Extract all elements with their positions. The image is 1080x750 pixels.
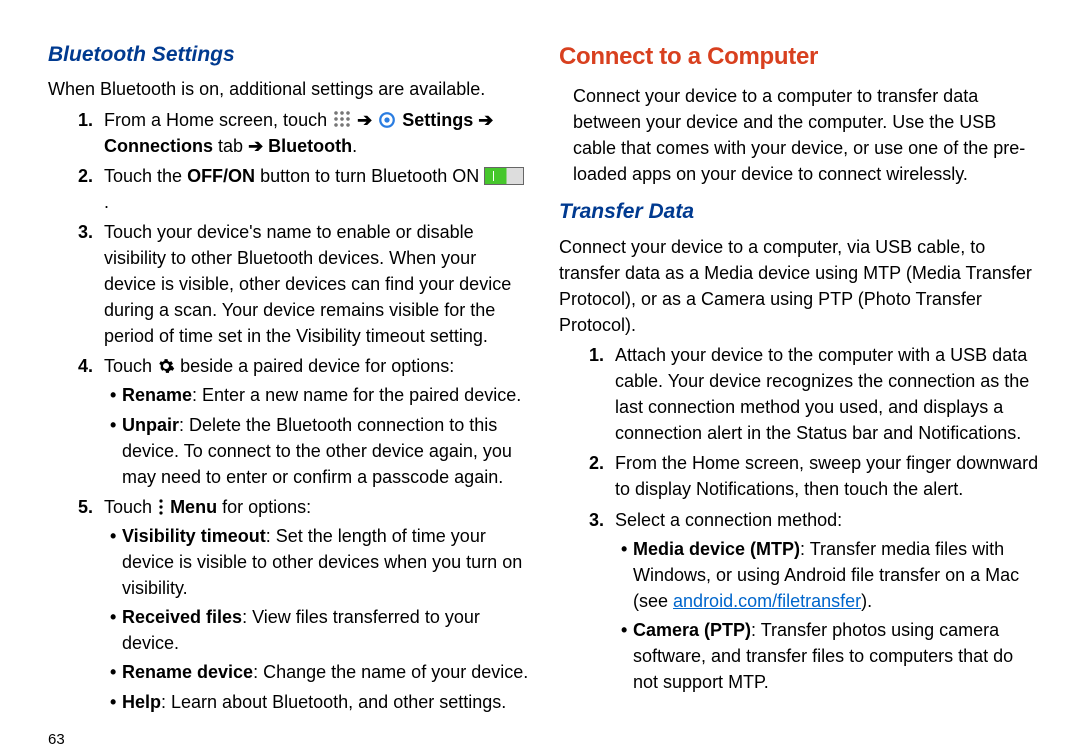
transfer-intro: Connect your device to a computer, via U…: [559, 234, 1040, 338]
step4-text-b: beside a paired device for options:: [180, 356, 454, 376]
transfer-steps: Attach your device to the computer with …: [559, 342, 1040, 695]
connections-label: Connections: [104, 136, 213, 156]
bluetooth-label: Bluetooth: [268, 136, 352, 156]
connection-methods: Media device (MTP): Transfer media files…: [615, 536, 1040, 696]
gear-icon: [157, 357, 175, 375]
rename-item: Rename: Enter a new name for the paired …: [110, 382, 529, 408]
step2-text-b: button to turn Bluetooth ON: [260, 166, 484, 186]
tstep-3: Select a connection method: Media device…: [615, 507, 1040, 696]
apps-grid-icon: [332, 109, 352, 129]
rename-device-item: Rename device: Change the name of your d…: [110, 659, 529, 685]
settings-gear-icon: [377, 110, 397, 130]
step-2: Touch the OFF/ON button to turn Bluetoot…: [104, 163, 529, 215]
bluetooth-intro: When Bluetooth is on, additional setting…: [48, 76, 529, 102]
tstep3-text: Select a connection method:: [615, 510, 842, 530]
arrow-1: ➔: [357, 110, 377, 130]
unpair-item: Unpair: Delete the Bluetooth connection …: [110, 412, 529, 490]
settings-label: Settings: [402, 110, 473, 130]
step5-text-b: for options:: [222, 497, 311, 517]
step4-text-a: Touch: [104, 356, 157, 376]
arrow-3: ➔: [248, 136, 268, 156]
help-item: Help: Learn about Bluetooth, and other s…: [110, 689, 529, 715]
step5-text-a: Touch: [104, 497, 157, 517]
step-5: Touch Menu for options: Visibility timeo…: [104, 494, 529, 715]
tstep-2: From the Home screen, sweep your finger …: [615, 450, 1040, 502]
mtp-item: Media device (MTP): Transfer media files…: [621, 536, 1040, 614]
right-column: Connect to a Computer Connect your devic…: [559, 40, 1040, 710]
ptp-item: Camera (PTP): Transfer photos using came…: [621, 617, 1040, 695]
visibility-timeout-item: Visibility timeout: Set the length of ti…: [110, 523, 529, 601]
step5-sublist: Visibility timeout: Set the length of ti…: [104, 523, 529, 715]
arrow-2: ➔: [478, 110, 493, 130]
bluetooth-steps: From a Home screen, touch ➔ Settings ➔ C…: [48, 107, 529, 715]
menu-label: Menu: [170, 497, 217, 517]
received-files-item: Received files: View files transferred t…: [110, 604, 529, 656]
step1-text-a: From a Home screen, touch: [104, 110, 332, 130]
connect-intro: Connect your device to a computer to tra…: [559, 83, 1040, 187]
menu-dots-icon: [157, 498, 165, 516]
step-3: Touch your device's name to enable or di…: [104, 219, 529, 349]
transfer-data-heading: Transfer Data: [559, 197, 1040, 227]
tab-word: tab: [218, 136, 248, 156]
filetransfer-link[interactable]: android.com/filetransfer: [673, 591, 861, 611]
left-column: Bluetooth Settings When Bluetooth is on,…: [48, 40, 529, 710]
page-number: 63: [48, 729, 529, 750]
tstep-1: Attach your device to the computer with …: [615, 342, 1040, 446]
step-1: From a Home screen, touch ➔ Settings ➔ C…: [104, 107, 529, 159]
bluetooth-settings-heading: Bluetooth Settings: [48, 40, 529, 70]
step-4: Touch beside a paired device for options…: [104, 353, 529, 489]
step2-text-a: Touch the: [104, 166, 187, 186]
connect-computer-heading: Connect to a Computer: [559, 40, 1040, 75]
step4-sublist: Rename: Enter a new name for the paired …: [104, 382, 529, 489]
toggle-on-icon: [484, 167, 524, 185]
offon-label: OFF/ON: [187, 166, 255, 186]
